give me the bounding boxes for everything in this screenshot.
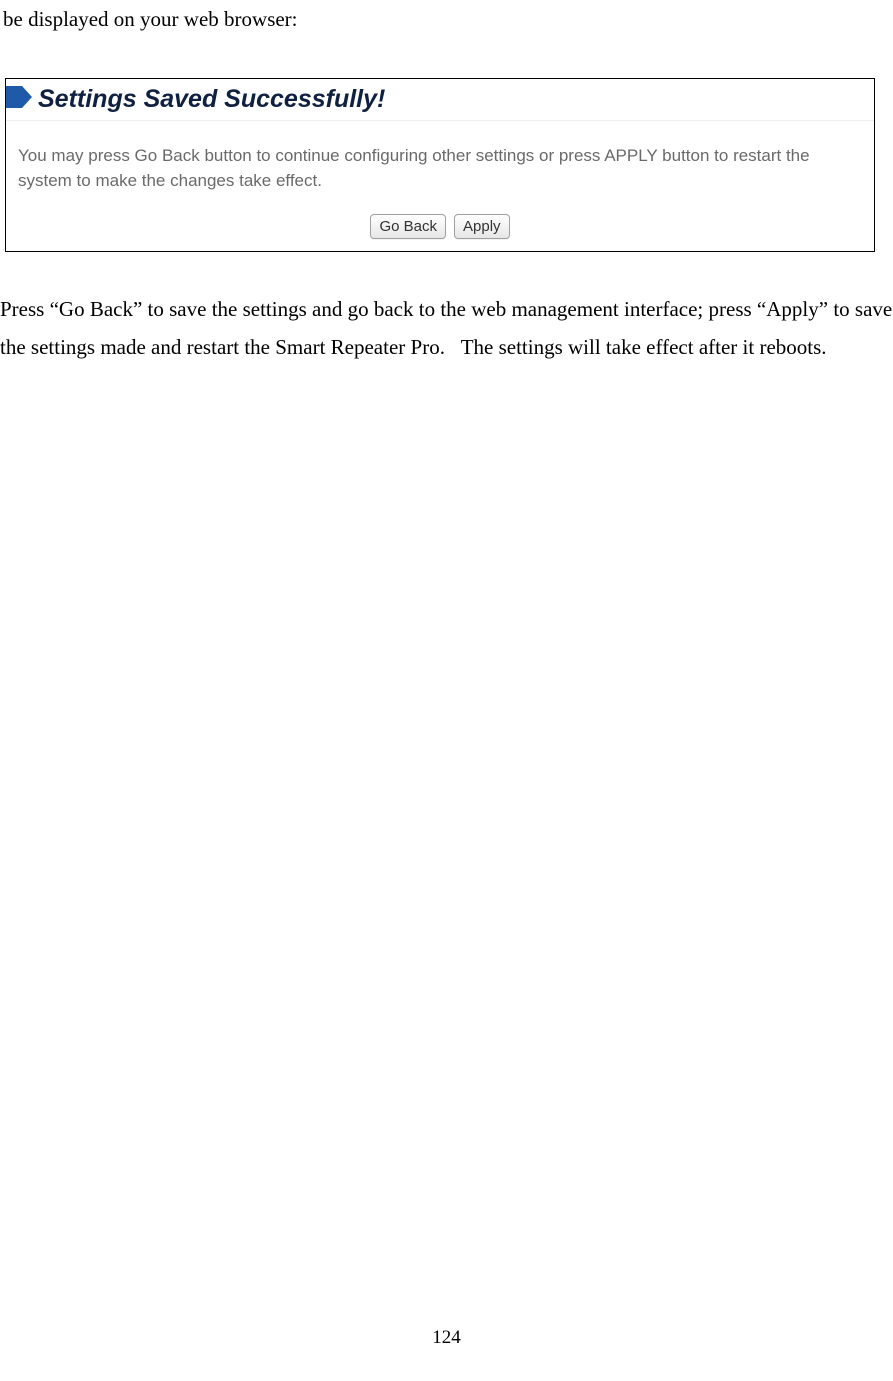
panel-header: Settings Saved Successfully! — [6, 79, 874, 120]
panel-message: You may press Go Back button to continue… — [6, 120, 874, 206]
go-back-button[interactable]: Go Back — [370, 214, 446, 239]
apply-button[interactable]: Apply — [454, 214, 510, 239]
settings-saved-panel: Settings Saved Successfully! You may pre… — [5, 78, 875, 252]
page-number: 124 — [0, 1327, 893, 1349]
intro-text: be displayed on your web browser: — [0, 0, 893, 36]
instruction-text: Press “Go Back” to save the settings and… — [0, 252, 893, 366]
panel-title: Settings Saved Successfully! — [38, 85, 385, 114]
arrow-right-icon — [6, 86, 36, 113]
panel-button-row: Go Back Apply — [6, 206, 874, 251]
